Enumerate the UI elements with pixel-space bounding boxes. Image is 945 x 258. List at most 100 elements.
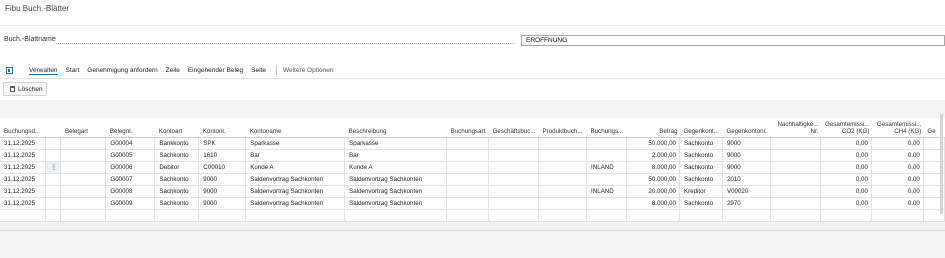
- action-start[interactable]: Start: [66, 67, 80, 74]
- table-cell[interactable]: [45, 209, 62, 222]
- table-row[interactable]: 31.12.2025 G00005 Sachkonto 1610 Bar Bar 2.000…: [0, 149, 945, 162]
- table-cell[interactable]: G00006: [105, 161, 156, 174]
- table-cell[interactable]: [538, 161, 588, 174]
- table-cell[interactable]: 9000: [198, 197, 247, 210]
- table-cell[interactable]: [488, 185, 540, 198]
- table-cell[interactable]: G00009: [105, 197, 156, 210]
- col-kontoart[interactable]: Kontoart: [154, 118, 199, 138]
- action-zeile[interactable]: Zeile: [166, 67, 180, 74]
- table-cell[interactable]: Kreditor: [679, 185, 723, 198]
- table-cell[interactable]: [446, 209, 490, 222]
- table-cell[interactable]: [770, 161, 821, 174]
- table-cell[interactable]: Sachkonto: [154, 149, 200, 162]
- table-cell[interactable]: [770, 197, 821, 210]
- table-cell[interactable]: [586, 209, 628, 222]
- table-cell[interactable]: 0,00: [871, 137, 924, 150]
- table-cell[interactable]: Sachkonto: [679, 137, 723, 150]
- table-cell[interactable]: [60, 137, 107, 150]
- action-genehmigung[interactable]: Genehmigung anfordern: [87, 67, 157, 74]
- col-gegenkontonr[interactable]: Gegenkontonr.: [722, 118, 771, 138]
- table-cell[interactable]: [770, 137, 821, 150]
- row-menu-icon[interactable]: [45, 185, 62, 198]
- batch-name-input[interactable]: [521, 35, 945, 46]
- table-cell[interactable]: [488, 149, 540, 162]
- table-cell[interactable]: 0,00: [871, 197, 924, 210]
- table-cell[interactable]: [538, 197, 588, 210]
- table-cell[interactable]: 31.12.2025: [0, 149, 47, 162]
- table-cell[interactable]: 31.12.2025: [0, 185, 47, 198]
- table-cell[interactable]: 0,00: [820, 137, 872, 150]
- table-cell[interactable]: C00010: [198, 161, 247, 174]
- table-cell[interactable]: Saldenvortrag Sachkonten: [344, 185, 448, 198]
- table-cell[interactable]: Sachkonto: [154, 197, 200, 210]
- table-cell[interactable]: INLAND: [586, 185, 628, 198]
- col-belegnr[interactable]: Belegnr.: [105, 118, 155, 138]
- vertical-scrollbar[interactable]: [940, 114, 943, 214]
- table-cell[interactable]: [770, 209, 821, 222]
- table-cell[interactable]: [446, 185, 490, 198]
- table-cell[interactable]: [446, 173, 490, 186]
- table-cell[interactable]: Saldenvortrag Sachkonten: [344, 173, 448, 186]
- col-emission-ch4[interactable]: Gesamtemissi... CH4 (KG): [871, 118, 924, 138]
- table-cell[interactable]: 31.12.2025: [0, 161, 47, 174]
- table-cell[interactable]: 20.000,00: [626, 185, 680, 198]
- table-cell[interactable]: G00004: [105, 137, 156, 150]
- table-cell[interactable]: [60, 197, 107, 210]
- table-row[interactable]: 31.12.2025 G00004 Bankkonto SPK Sparkasse Spa…: [0, 137, 945, 150]
- table-cell[interactable]: 50.000,00: [626, 173, 680, 186]
- table-cell[interactable]: [538, 185, 588, 198]
- action-verwalten[interactable]: Verwalten: [29, 67, 58, 74]
- table-cell[interactable]: Sachkonto: [679, 149, 723, 162]
- table-cell[interactable]: Sachkonto: [154, 173, 200, 186]
- table-cell[interactable]: 9000: [722, 137, 771, 150]
- table-cell[interactable]: [538, 173, 588, 186]
- table-cell[interactable]: 9000: [198, 173, 247, 186]
- table-cell[interactable]: G00005: [105, 149, 156, 162]
- table-cell[interactable]: Sparkasse: [245, 137, 346, 150]
- table-cell[interactable]: 9000: [722, 149, 771, 162]
- action-eingehender-beleg[interactable]: Eingehender Beleg: [188, 67, 243, 74]
- col-kontoname[interactable]: Kontoname: [245, 118, 345, 138]
- table-cell[interactable]: [679, 209, 723, 222]
- row-menu-icon[interactable]: [45, 149, 62, 162]
- table-cell[interactable]: 31.12.2025: [0, 137, 47, 150]
- table-cell[interactable]: 1610: [198, 149, 247, 162]
- table-row[interactable]: 31.12.2025 ⋮ G00006 Debitor C00010 Kunde A Kun…: [0, 161, 945, 174]
- table-cell[interactable]: [770, 173, 821, 186]
- table-cell[interactable]: [871, 209, 924, 222]
- table-cell[interactable]: Sachkonto: [154, 185, 200, 198]
- col-geschaeftsbuchungsgruppe[interactable]: Geschäftsbuc...: [488, 118, 539, 138]
- table-cell[interactable]: Saldenvortrag Sachkonten: [245, 197, 346, 210]
- table-cell[interactable]: 0,00: [820, 185, 872, 198]
- row-menu-icon[interactable]: [45, 137, 62, 150]
- table-cell[interactable]: [60, 161, 107, 174]
- table-cell[interactable]: Sachkonto: [679, 197, 723, 210]
- table-cell[interactable]: [446, 161, 490, 174]
- table-cell[interactable]: [154, 209, 200, 222]
- view-icon[interactable]: [6, 66, 13, 74]
- col-buchungsdatum[interactable]: Buchungsd...: [0, 118, 46, 138]
- table-cell[interactable]: 0,00: [871, 149, 924, 162]
- table-cell[interactable]: [770, 185, 821, 198]
- col-kontonr[interactable]: Kontonr.: [198, 118, 246, 138]
- table-cell[interactable]: [538, 209, 588, 222]
- table-cell[interactable]: Sparkasse: [344, 137, 448, 150]
- col-buchungsgruppe[interactable]: Buchungs...: [586, 118, 627, 138]
- table-cell[interactable]: [446, 149, 490, 162]
- table-cell[interactable]: Bar: [245, 149, 346, 162]
- table-cell[interactable]: [60, 173, 107, 186]
- table-cell[interactable]: [446, 137, 490, 150]
- table-cell[interactable]: [245, 209, 346, 222]
- col-gegenkontoart[interactable]: Gegenkont...: [679, 118, 723, 138]
- table-cell[interactable]: [488, 137, 540, 150]
- table-cell[interactable]: Saldenvortrag Sachkonten: [245, 173, 346, 186]
- row-menu-icon[interactable]: [45, 197, 62, 210]
- table-cell[interactable]: Bar: [344, 149, 448, 162]
- table-cell[interactable]: Saldenvortrag Sachkonten: [344, 197, 448, 210]
- col-produktbuchungsgruppe[interactable]: Produktbuch...: [538, 118, 587, 138]
- table-cell[interactable]: 0,00: [820, 161, 872, 174]
- table-cell[interactable]: [586, 149, 628, 162]
- row-menu-icon[interactable]: ⋮: [45, 161, 62, 174]
- col-emission-co2[interactable]: Gesamtemissi... CO2 (KG): [820, 118, 872, 138]
- table-cell[interactable]: Sachkonto: [679, 173, 723, 186]
